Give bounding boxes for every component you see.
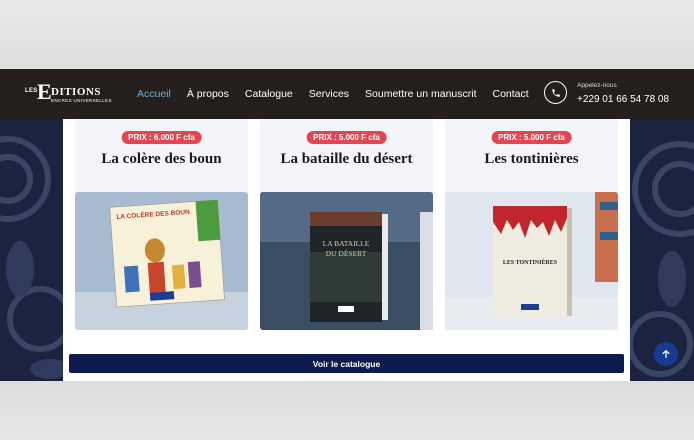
nav-item-catalogue[interactable]: Catalogue: [245, 88, 293, 100]
book-card[interactable]: PRIX : 6.000 F cfa La colère des boun LA…: [75, 119, 248, 330]
bottom-blank-area: [0, 381, 694, 440]
book-title[interactable]: La colère des boun: [75, 151, 248, 168]
scroll-to-top-button[interactable]: [654, 342, 678, 366]
book-title[interactable]: La bataille du désert: [260, 151, 433, 168]
top-blank-area: [0, 0, 694, 69]
price-badge: PRIX : 6.000 F cfa: [121, 131, 202, 144]
nav-item-accueil[interactable]: Accueil: [137, 88, 171, 100]
view-catalogue-button[interactable]: Voir le catalogue: [69, 354, 624, 373]
book-cover-image[interactable]: LES TONTINIÈRES: [445, 192, 618, 330]
cover-text: LES TONTINIÈRES: [503, 258, 558, 266]
book-card[interactable]: PRIX : 5.000 F cfa Les tontinières LES T…: [445, 119, 618, 330]
nav-item-soumettre[interactable]: Soumettre un manuscrit: [365, 88, 476, 100]
price-badge: PRIX : 5.000 F cfa: [491, 131, 572, 144]
nav-item-contact[interactable]: Contact: [493, 88, 529, 100]
site-logo[interactable]: LES E DITIONS ENCRES UNIVERSELLES: [25, 79, 112, 107]
main-nav: Accueil À propos Catalogue Services Soum…: [137, 69, 545, 119]
svg-text:LA BATAILLE: LA BATAILLE: [323, 239, 370, 248]
logo-tagline: ENCRES UNIVERSELLES: [51, 98, 112, 103]
book-title[interactable]: Les tontinières: [445, 151, 618, 168]
price-badge: PRIX : 5.000 F cfa: [306, 131, 387, 144]
nav-item-a-propos[interactable]: À propos: [187, 88, 229, 100]
arrow-up-icon: [662, 350, 670, 358]
book-cover-image[interactable]: LA BATAILLE DU DÉSERT: [260, 192, 433, 330]
phone-icon[interactable]: [544, 81, 567, 104]
nav-item-services[interactable]: Services: [309, 88, 349, 100]
logo-ditions: DITIONS: [51, 86, 101, 98]
svg-text:DU DÉSERT: DU DÉSERT: [326, 248, 367, 258]
logo-les: LES: [25, 88, 38, 94]
phone-number[interactable]: +229 01 66 54 78 08: [577, 94, 669, 105]
site-header: LES E DITIONS ENCRES UNIVERSELLES Accuei…: [0, 69, 694, 119]
phone-label: Appelez-nous: [577, 82, 617, 89]
logo-e: E: [37, 79, 52, 104]
book-card[interactable]: PRIX : 5.000 F cfa La bataille du désert…: [260, 119, 433, 330]
book-cover-image[interactable]: LA COLÈRE DES BOUN: [75, 192, 248, 330]
